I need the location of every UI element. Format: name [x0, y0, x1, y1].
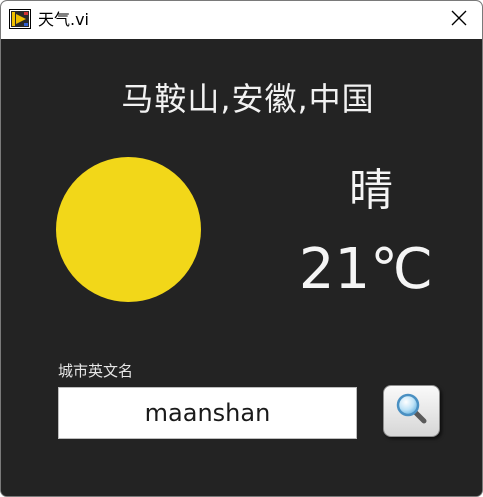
close-button[interactable]: [436, 1, 482, 39]
front-panel: 马鞍山,安徽,中国 晴 21℃ 城市英文名: [1, 39, 482, 496]
temperature-value: 21℃: [298, 237, 434, 302]
close-icon: [451, 10, 467, 30]
labview-vi-icon: [9, 9, 31, 29]
magnifier-icon: [395, 392, 429, 430]
city-input-label: 城市英文名: [58, 362, 134, 380]
window-title: 天气.vi: [38, 10, 90, 29]
app-window: 天气.vi 马鞍山,安徽,中国 晴 21℃ 城市英文名: [0, 0, 483, 497]
city-input[interactable]: [58, 387, 357, 439]
location-label: 马鞍山,安徽,中国: [121, 80, 375, 118]
sun-icon: [56, 157, 201, 302]
title-bar[interactable]: 天气.vi: [1, 1, 482, 39]
weather-condition: 晴: [349, 165, 393, 216]
search-button[interactable]: [383, 385, 440, 437]
